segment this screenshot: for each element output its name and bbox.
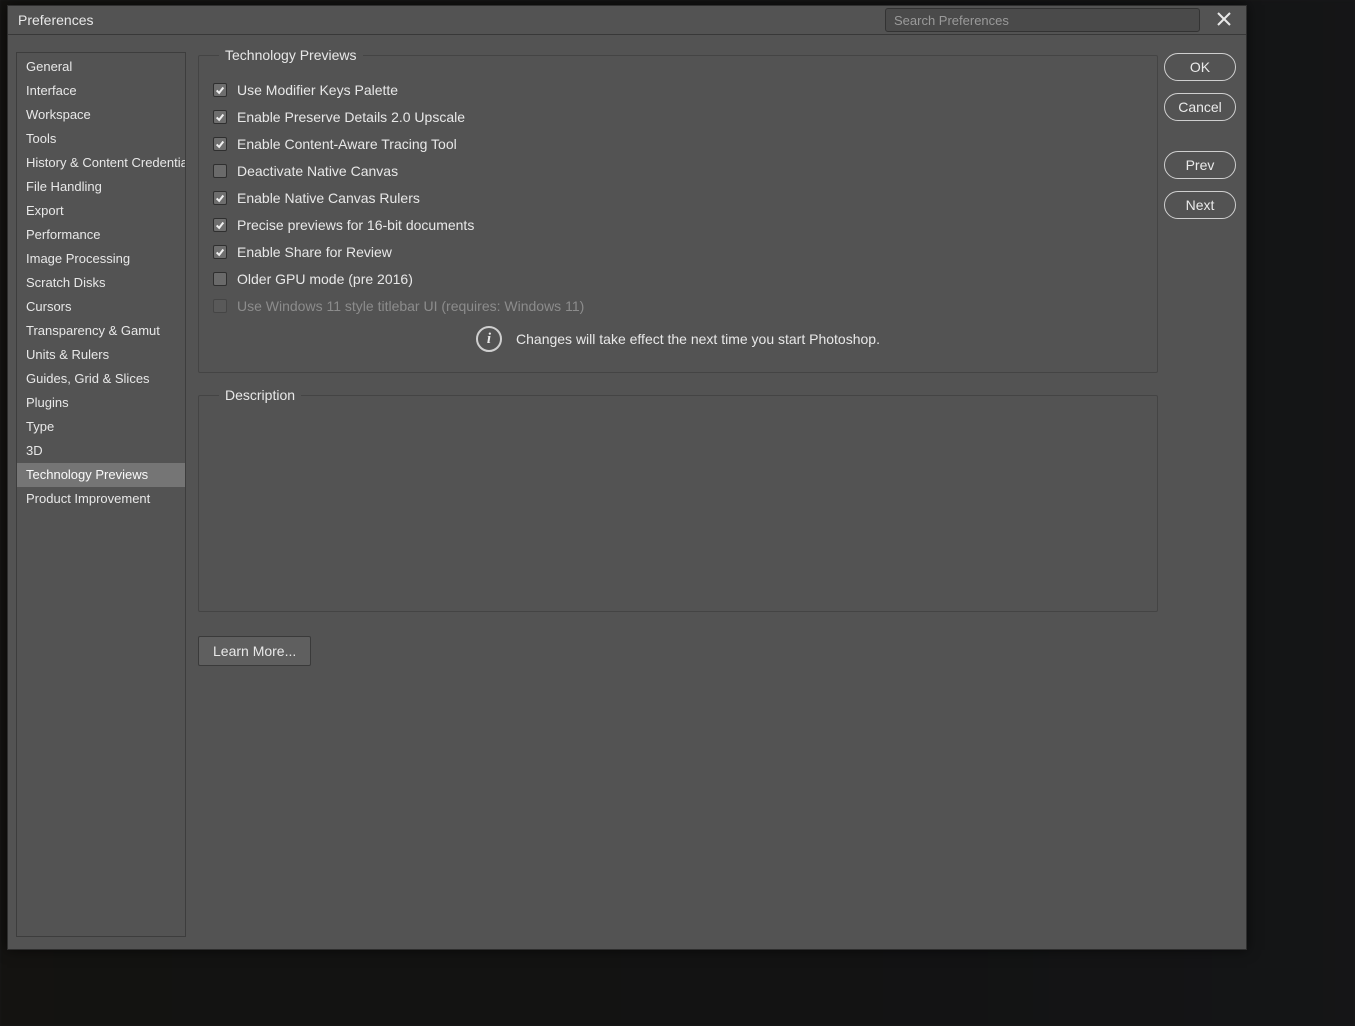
option-enable-native-canvas-rulers[interactable]: Enable Native Canvas Rulers [213, 189, 1143, 206]
sidebar-item-performance[interactable]: Performance [17, 223, 185, 247]
checkbox[interactable] [213, 110, 227, 124]
option-enable-share-for-review[interactable]: Enable Share for Review [213, 243, 1143, 260]
technology-previews-group: Technology Previews Use Modifier Keys Pa… [198, 47, 1158, 373]
checkbox[interactable] [213, 218, 227, 232]
preferences-dialog: Preferences GeneralInterfaceWorkspaceToo… [7, 5, 1247, 950]
sidebar-item-cursors[interactable]: Cursors [17, 295, 185, 319]
checkbox[interactable] [213, 245, 227, 259]
preferences-content: Technology Previews Use Modifier Keys Pa… [186, 35, 1164, 949]
dialog-titlebar: Preferences [8, 6, 1246, 35]
option-deactivate-native-canvas[interactable]: Deactivate Native Canvas [213, 162, 1143, 179]
checkbox [213, 299, 227, 313]
sidebar-item-history-content-credentials[interactable]: History & Content Credentials [17, 151, 185, 175]
sidebar-item-general[interactable]: General [17, 55, 185, 79]
cancel-button[interactable]: Cancel [1164, 93, 1236, 121]
checkbox[interactable] [213, 164, 227, 178]
dialog-body: GeneralInterfaceWorkspaceToolsHistory & … [8, 35, 1246, 949]
ok-button[interactable]: OK [1164, 53, 1236, 81]
learn-more-button[interactable]: Learn More... [198, 636, 311, 666]
technology-previews-legend: Technology Previews [219, 47, 363, 63]
info-icon: i [476, 326, 502, 352]
option-label: Enable Content-Aware Tracing Tool [237, 135, 457, 152]
option-label: Enable Share for Review [237, 243, 392, 260]
option-label: Older GPU mode (pre 2016) [237, 270, 413, 287]
restart-info-row: i Changes will take effect the next time… [213, 326, 1143, 352]
option-label: Use Windows 11 style titlebar UI (requir… [237, 297, 584, 314]
checkbox[interactable] [213, 191, 227, 205]
option-label: Deactivate Native Canvas [237, 162, 398, 179]
sidebar-item-tools[interactable]: Tools [17, 127, 185, 151]
option-older-gpu-mode-pre-2016-[interactable]: Older GPU mode (pre 2016) [213, 270, 1143, 287]
description-legend: Description [219, 387, 301, 403]
description-group: Description [198, 387, 1158, 612]
technology-previews-options: Use Modifier Keys Palette Enable Preserve… [213, 81, 1143, 314]
option-use-windows-11-style-titlebar-ui-requires-windows-11-: Use Windows 11 style titlebar UI (requir… [213, 297, 1143, 314]
option-label: Use Modifier Keys Palette [237, 81, 398, 98]
sidebar-item-plugins[interactable]: Plugins [17, 391, 185, 415]
sidebar-item-type[interactable]: Type [17, 415, 185, 439]
sidebar-item-export[interactable]: Export [17, 199, 185, 223]
sidebar-item-image-processing[interactable]: Image Processing [17, 247, 185, 271]
dialog-title: Preferences [18, 12, 93, 28]
option-label: Enable Native Canvas Rulers [237, 189, 420, 206]
next-button[interactable]: Next [1164, 191, 1236, 219]
checkbox[interactable] [213, 83, 227, 97]
preferences-sidebar: GeneralInterfaceWorkspaceToolsHistory & … [16, 52, 186, 937]
sidebar-item-interface[interactable]: Interface [17, 79, 185, 103]
sidebar-item-transparency-gamut[interactable]: Transparency & Gamut [17, 319, 185, 343]
sidebar-item-guides-grid-slices[interactable]: Guides, Grid & Slices [17, 367, 185, 391]
option-precise-previews-for-16-bit-documents[interactable]: Precise previews for 16-bit documents [213, 216, 1143, 233]
dialog-action-buttons: OK Cancel Prev Next [1164, 35, 1246, 949]
option-use-modifier-keys-palette[interactable]: Use Modifier Keys Palette [213, 81, 1143, 98]
sidebar-item-units-rulers[interactable]: Units & Rulers [17, 343, 185, 367]
prev-button[interactable]: Prev [1164, 151, 1236, 179]
option-label: Enable Preserve Details 2.0 Upscale [237, 108, 465, 125]
option-enable-content-aware-tracing-tool[interactable]: Enable Content-Aware Tracing Tool [213, 135, 1143, 152]
option-enable-preserve-details-2-0-upscale[interactable]: Enable Preserve Details 2.0 Upscale [213, 108, 1143, 125]
close-button[interactable] [1210, 6, 1238, 34]
option-label: Precise previews for 16-bit documents [237, 216, 474, 233]
sidebar-item-3d[interactable]: 3D [17, 439, 185, 463]
checkbox[interactable] [213, 137, 227, 151]
checkbox[interactable] [213, 272, 227, 286]
close-icon [1217, 12, 1231, 29]
sidebar-item-product-improvement[interactable]: Product Improvement [17, 487, 185, 511]
search-preferences-input[interactable] [885, 8, 1200, 32]
sidebar-item-file-handling[interactable]: File Handling [17, 175, 185, 199]
sidebar-item-technology-previews[interactable]: Technology Previews [17, 463, 185, 487]
restart-info-text: Changes will take effect the next time y… [516, 331, 880, 347]
sidebar-item-scratch-disks[interactable]: Scratch Disks [17, 271, 185, 295]
sidebar-item-workspace[interactable]: Workspace [17, 103, 185, 127]
